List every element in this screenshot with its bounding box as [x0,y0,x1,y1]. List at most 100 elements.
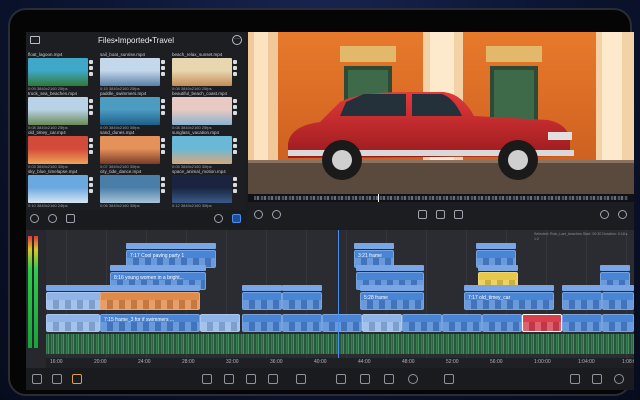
pen-icon[interactable] [268,374,278,384]
timeline-clip[interactable] [522,314,562,332]
timeline-clip[interactable] [282,292,322,310]
timeline-clip[interactable] [282,314,322,332]
camera-icon[interactable] [336,374,346,384]
preview-viewer [248,32,634,228]
media-clip[interactable]: sunglass_vacation.mp4 0:05 3840x2160 30fp… [172,130,240,170]
filter-icon[interactable] [30,214,39,223]
tablet-frame: Files•Imported•Travel ··· float_lagoon.m… [8,8,634,396]
media-clip[interactable]: truck_sea_beaches.mp4 0:08 3840x2160 25fp… [28,91,96,131]
clip-thumbnail [172,58,232,86]
media-clip[interactable]: sand_dunes.mp4 0:07 3840x2160 30fps [100,130,168,170]
redo-icon[interactable] [618,210,627,219]
clip-meta: 0:10 3840x2160 24fps [28,203,68,208]
skip-back-icon[interactable] [418,210,427,219]
audio-waveform[interactable] [46,334,634,354]
play-pause-icon[interactable] [436,210,445,219]
clip-badges [233,138,238,162]
media-clip[interactable]: float_lagoon.mp4 0:09 3840x2160 25fps [28,52,96,92]
clip-connector [476,243,516,249]
media-clip[interactable]: beach_relax_sunset.mp4 0:08 3840x2160 25f… [172,52,240,92]
delete-icon[interactable] [384,374,394,384]
clip-badges [89,138,94,162]
timeline-clip[interactable] [362,314,402,332]
more-options-icon[interactable]: ··· [232,35,242,45]
timeline-clip[interactable]: 7:17 old_timey_car [464,292,554,310]
voiceover-icon[interactable] [224,374,234,384]
timeline-clip[interactable] [562,314,602,332]
timeline-clip[interactable] [242,292,282,310]
clip-thumbnail [28,136,88,164]
timeline-clip[interactable]: 5:28 frame [360,292,424,310]
timeline-clip[interactable] [46,292,102,310]
media-clip[interactable]: city_tide_dance.mp4 0:06 3840x2160 30fps [100,169,168,209]
clip-connector [46,285,102,291]
clip-connector [242,285,282,291]
media-clip[interactable]: sky_blue_timelapse.mp4 0:10 3840x2160 24f… [28,169,96,209]
media-clip[interactable]: sail_boat_sunrise.mp4 0:15 3840x2160 25fp… [100,52,168,92]
help-icon[interactable] [614,374,624,384]
timeline-clip[interactable] [602,292,634,310]
media-browser: Files•Imported•Travel ··· float_lagoon.m… [26,32,246,228]
media-clip[interactable]: paddle_swimmers.mp4 0:09 3840x2160 30fps [100,91,168,131]
timeline-settings-icon[interactable] [32,374,42,384]
inspector-icon[interactable] [52,374,62,384]
clip-badges [161,60,166,84]
timeline-clip[interactable] [442,314,482,332]
clip-badges [233,99,238,123]
timeline-clip[interactable] [562,292,602,310]
media-clip[interactable]: old_timey_car.mp4 0:03 3840x2160 30fps [28,130,96,170]
timeline-clip[interactable] [482,314,522,332]
clip-thumbnail [100,58,160,86]
media-clip[interactable]: space_animal_motion.mp4 0:12 3840x2160 30… [172,169,240,209]
trim-icon[interactable] [296,374,306,384]
timeline-clip[interactable] [46,314,100,332]
undo-icon[interactable] [600,210,609,219]
clip-connector [282,285,322,291]
scrubber-head[interactable] [378,194,379,202]
playhead[interactable] [338,230,339,360]
timeline-clip[interactable] [402,314,442,332]
timeline-clip[interactable]: 7:15 frame_3 for if swimmers ... [100,314,200,332]
timeline-clip[interactable] [322,314,362,332]
share-icon[interactable] [592,374,602,384]
move-icon[interactable] [272,210,281,219]
export-icon[interactable] [570,374,580,384]
timeline-clip-label: 7:17 old_timey_car [468,295,511,301]
split-icon[interactable] [246,374,256,384]
media-clip[interactable]: beautiful_beach_coast.mp4 0:08 3840x2160 … [172,91,240,131]
grid-view-icon[interactable] [66,214,75,223]
search-icon[interactable] [214,214,223,223]
preview-frame [248,32,634,194]
viewer-controls [248,202,634,228]
list-view-icon[interactable] [232,214,241,223]
clip-connector [478,265,518,271]
timeline-toolbar [26,368,634,390]
folder-icon[interactable] [30,36,40,44]
favorite-icon[interactable] [48,214,57,223]
clip-badges [89,60,94,84]
skip-forward-icon[interactable] [454,210,463,219]
timeline-clip[interactable] [100,292,200,310]
clip-thumbnail [172,136,232,164]
select-icon[interactable] [360,374,370,384]
timeline-clip-label: 7:15 frame_3 for if swimmers ... [104,317,175,323]
clip-badges [161,99,166,123]
filmstrip-scrubber[interactable] [248,194,634,202]
clip-connector [600,265,630,271]
info-icon[interactable] [254,210,263,219]
clip-connector [100,285,200,291]
red-classic-car-image [248,32,634,194]
clip-badges [233,60,238,84]
timeline-clip[interactable] [602,314,634,332]
clip-thumbnail [172,97,232,125]
trash-icon[interactable] [444,374,454,384]
timeline-clip[interactable] [242,314,282,332]
timeline-clip[interactable] [200,314,240,332]
lanes-icon[interactable] [72,374,82,384]
add-clip-icon[interactable] [202,374,212,384]
time-ruler[interactable]: 16:00 20:00 24:00 28:00 32:00 36:00 40:00 44:00… [46,358,634,368]
ruler-tick: 20:00 [94,359,107,365]
app-screen: Files•Imported•Travel ··· float_lagoon.m… [26,32,634,390]
speed-icon[interactable] [408,374,418,384]
clip-thumbnail [28,97,88,125]
